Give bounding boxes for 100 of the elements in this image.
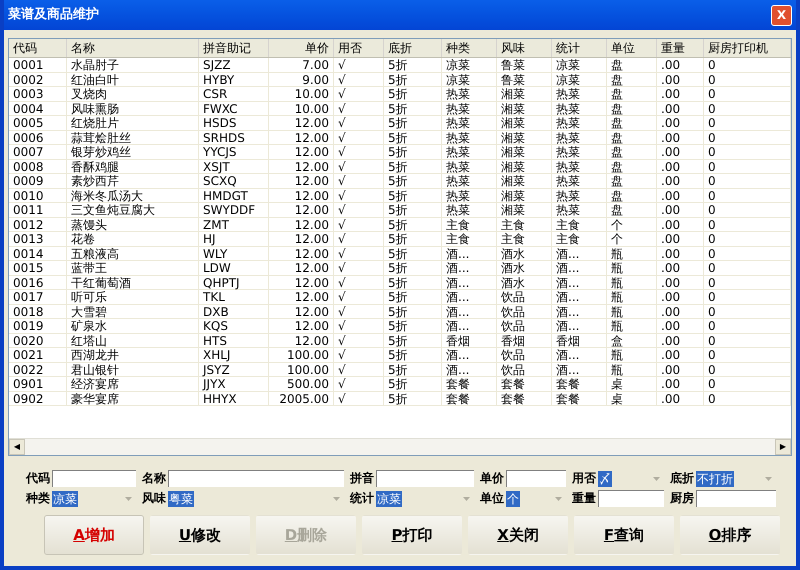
table-cell: √ [334,304,384,318]
close-button[interactable]: X [771,4,792,26]
table-cell: √ [334,203,384,216]
table-cell: 热菜 [442,174,497,188]
table-cell: 7.00 [269,58,334,72]
table-cell: 热菜 [442,203,497,216]
table-cell: 0015 [9,261,67,274]
table-cell: .00 [657,276,704,289]
table-cell: 盘 [607,58,657,72]
table-cell: 套餐 [497,392,552,405]
table-cell: 风味熏肠 [67,102,199,115]
table-cell: 热菜 [552,174,607,188]
table-cell: √ [334,246,384,260]
table-cell: 素炒西芹 [67,174,199,188]
table-cell: 5折 [384,72,442,86]
table-cell: 湘菜 [497,116,552,130]
column-header[interactable]: 用否 [334,39,384,57]
table-cell: .00 [657,116,704,130]
column-header[interactable]: 种类 [442,39,497,57]
table-cell: 热菜 [552,145,607,158]
input-field[interactable] [52,470,136,487]
table-cell: √ [334,261,384,274]
table-cell: √ [334,348,384,362]
table-cell: 盘 [607,116,657,130]
table-cell: .00 [657,246,704,260]
table-cell: 凉菜 [552,58,607,72]
action-button[interactable]: F查询 [574,515,674,555]
table-cell: 湘菜 [497,87,552,100]
column-header[interactable]: 代码 [9,39,67,57]
column-header[interactable]: 重量 [657,39,704,57]
table-cell: 0 [704,276,791,289]
table-cell: WLY [199,246,269,260]
table-cell: 12.00 [269,334,334,347]
input-field[interactable] [376,470,474,487]
column-header[interactable]: 统计 [552,39,607,57]
table-cell: 酒... [552,261,607,274]
dropdown-arrow-icon [765,476,772,480]
column-header[interactable]: 单位 [607,39,657,57]
table-cell: 0012 [9,218,67,231]
action-button[interactable]: A增加 [44,515,144,555]
input-field[interactable] [506,470,566,487]
table-cell: 盘 [607,160,657,173]
table-cell: 盘 [607,145,657,158]
action-button[interactable]: X关闭 [468,515,568,555]
table-cell: 银芽炒鸡丝 [67,145,199,158]
input-field[interactable] [696,490,776,507]
table-cell: √ [334,174,384,188]
table-cell: 12.00 [269,290,334,304]
table-cell: 0 [704,58,791,72]
column-header[interactable]: 单价 [269,39,334,57]
field-label: 种类 [26,490,50,507]
table-cell: 湘菜 [497,130,552,144]
table-cell: 12.00 [269,160,334,173]
table-cell: 100.00 [269,362,334,376]
table-cell: 饮品 [497,319,552,332]
column-header[interactable]: 风味 [497,39,552,57]
table-cell: LDW [199,261,269,274]
column-header[interactable]: 名称 [67,39,199,57]
input-field[interactable] [168,470,344,487]
action-button[interactable]: U修改 [150,515,250,555]
table-cell: 0 [704,377,791,390]
table-cell: .00 [657,145,704,158]
table-cell: .00 [657,319,704,332]
dropdown-arrow-icon [125,496,132,500]
table-cell: 西湖龙井 [67,348,199,362]
table-cell: 100.00 [269,348,334,362]
table-cell: 瓶 [607,362,657,376]
table-cell: 0 [704,319,791,332]
action-button[interactable]: P打印 [362,515,462,555]
table-cell: 0004 [9,102,67,115]
column-header[interactable]: 底折 [384,39,442,57]
scroll-right-button[interactable]: ▶ [775,439,791,455]
table-cell: √ [334,232,384,246]
table-cell: 0014 [9,246,67,260]
scroll-left-button[interactable]: ◀ [9,439,25,455]
table-cell: 瓶 [607,304,657,318]
action-button[interactable]: O排序 [680,515,780,555]
table-cell: 桌 [607,377,657,390]
table-cell: .00 [657,102,704,115]
table-cell: 0007 [9,145,67,158]
table-cell: 盘 [607,87,657,100]
input-field[interactable] [598,490,664,507]
table-cell: 0003 [9,87,67,100]
table-cell: 0 [704,348,791,362]
table-cell: 热菜 [442,160,497,173]
horizontal-scrollbar[interactable]: ◀ ▶ [9,438,791,455]
table-cell: √ [334,334,384,347]
table-cell: 酒... [442,304,497,318]
table-cell: 0 [704,334,791,347]
column-header[interactable]: 厨房打印机 [704,39,791,57]
table-cell: 0 [704,87,791,100]
column-header[interactable]: 拼音助记 [199,39,269,57]
table-cell: .00 [657,334,704,347]
table-cell: 湘菜 [497,160,552,173]
field-label: 单价 [480,470,504,487]
table-cell: ZMT [199,218,269,231]
table-cell: √ [334,290,384,304]
table-cell: √ [334,218,384,231]
table-cell: 酒水 [497,246,552,260]
table-cell: 酒... [442,261,497,274]
